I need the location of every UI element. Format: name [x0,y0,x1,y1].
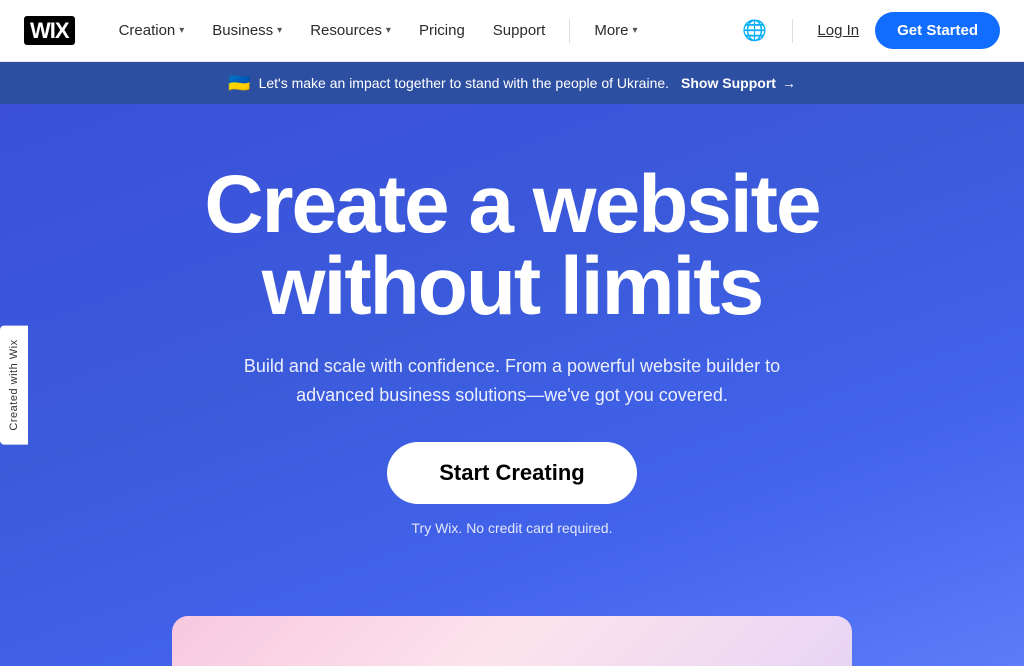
try-note: Try Wix. No credit card required. [412,520,613,536]
ukraine-banner-text: Let's make an impact together to stand w… [259,75,669,91]
arrow-icon: → [782,75,796,91]
show-support-link[interactable]: Show Support → [681,75,796,91]
hero-title: Create a website without limits [204,164,819,328]
navbar-right: 🌐 Log In Get Started [736,12,1000,49]
nav-item-support[interactable]: Support [481,14,558,47]
login-button[interactable]: Log In [813,14,863,47]
wix-logo[interactable]: WIX [24,18,75,44]
start-creating-button[interactable]: Start Creating [387,442,636,504]
chevron-down-icon: ▾ [179,25,184,36]
get-started-button[interactable]: Get Started [875,12,1000,49]
hero-section: Created with Wix Create a website withou… [0,104,1024,666]
chevron-down-icon: ▾ [633,25,638,36]
chevron-down-icon: ▾ [386,25,391,36]
language-selector-button[interactable]: 🌐 [736,13,772,49]
chevron-down-icon: ▾ [277,25,282,36]
nav-item-pricing[interactable]: Pricing [407,14,477,47]
nav-item-more[interactable]: More ▾ [582,14,649,47]
nav-divider [569,19,570,43]
navbar: WIX Creation ▾ Business ▾ Resources ▾ Pr… [0,0,1024,62]
ukraine-flag-icon: 🇺🇦 [228,73,250,94]
nav-links: Creation ▾ Business ▾ Resources ▾ Pricin… [107,14,737,47]
created-with-wix-label: Created with Wix [0,325,28,444]
nav-item-resources[interactable]: Resources ▾ [298,14,403,47]
nav-divider [792,19,793,43]
nav-item-creation[interactable]: Creation ▾ [107,14,197,47]
bottom-card-peek [172,616,852,666]
nav-item-business[interactable]: Business ▾ [200,14,294,47]
ukraine-banner: 🇺🇦 Let's make an impact together to stan… [0,62,1024,104]
hero-subtitle: Build and scale with confidence. From a … [232,352,792,410]
